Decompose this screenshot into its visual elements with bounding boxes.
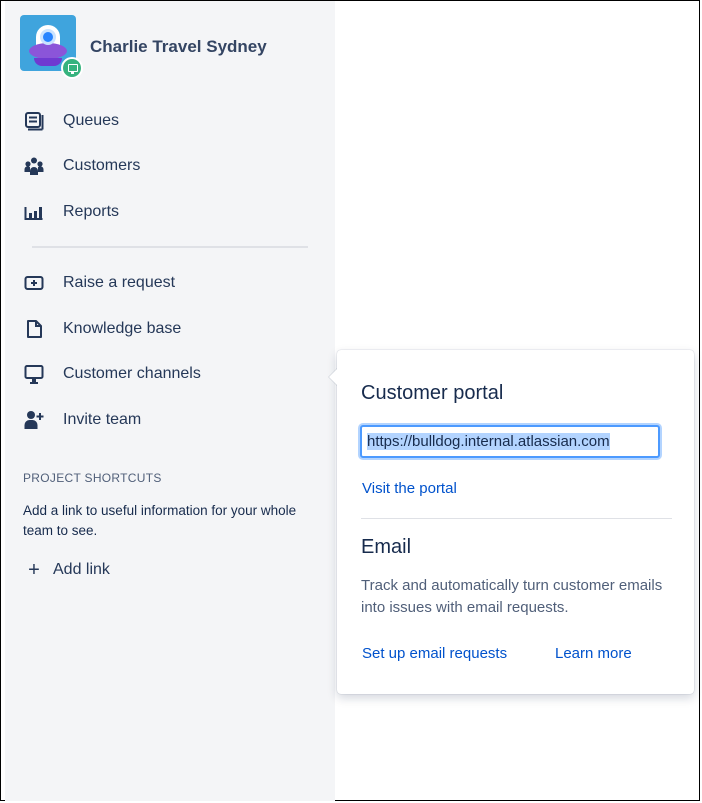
shortcuts-description: Add a link to useful information for you… (23, 503, 297, 538)
add-link-button[interactable]: + Add link (24, 558, 110, 582)
sidebar-item-invite-team[interactable]: Invite team (24, 405, 324, 435)
email-heading: Email (361, 536, 412, 558)
visit-portal-link[interactable]: Visit the portal (362, 480, 457, 497)
invite-team-icon (24, 410, 44, 430)
queues-icon (24, 111, 44, 131)
knowledge-base-icon (24, 319, 44, 339)
customer-portal-heading: Customer portal (361, 382, 504, 404)
email-description: Track and automatically turn customer em… (361, 577, 663, 616)
sidebar-item-label: Queues (63, 112, 120, 129)
customer-channels-popover: Customer portal https://bulldog.internal… (329, 350, 694, 694)
sidebar-item-reports[interactable]: Reports (24, 197, 324, 227)
project-header[interactable]: Charlie Travel Sydney (20, 15, 330, 79)
portal-url-field[interactable]: https://bulldog.internal.atlassian.com (360, 425, 660, 458)
popover-divider (361, 518, 672, 519)
sidebar-item-raise-request[interactable]: Raise a request (24, 268, 324, 298)
add-link-label: Add link (53, 561, 110, 578)
portal-url-text: https://bulldog.internal.atlassian.com (367, 433, 610, 450)
customers-icon (24, 156, 44, 176)
sidebar-item-queues[interactable]: Queues (24, 106, 324, 136)
project-name[interactable]: Charlie Travel Sydney (90, 37, 267, 57)
monitor-icon (24, 364, 44, 384)
sidebar: Charlie Travel Sydney Queues Customers R… (5, 1, 335, 801)
popover-pointer (329, 368, 338, 386)
sidebar-item-label: Raise a request (63, 274, 176, 291)
sidebar-item-label: Invite team (63, 411, 142, 428)
sidebar-item-label: Knowledge base (63, 320, 182, 337)
learn-more-link[interactable]: Learn more (555, 645, 632, 662)
shortcuts-heading: PROJECT SHORTCUTS (23, 471, 162, 485)
sidebar-divider (32, 246, 308, 248)
sidebar-item-knowledge-base[interactable]: Knowledge base (24, 314, 324, 344)
reports-icon (24, 202, 44, 222)
sidebar-item-customers[interactable]: Customers (24, 151, 324, 181)
sidebar-item-customer-channels[interactable]: Customer channels (24, 359, 324, 389)
sidebar-item-label: Customers (63, 157, 141, 174)
monitor-badge-icon (61, 57, 83, 79)
sidebar-item-label: Reports (63, 203, 120, 220)
setup-email-requests-link[interactable]: Set up email requests (362, 645, 507, 662)
sidebar-item-label: Customer channels (63, 365, 201, 382)
raise-request-icon (24, 273, 44, 293)
plus-icon: + (28, 559, 40, 581)
